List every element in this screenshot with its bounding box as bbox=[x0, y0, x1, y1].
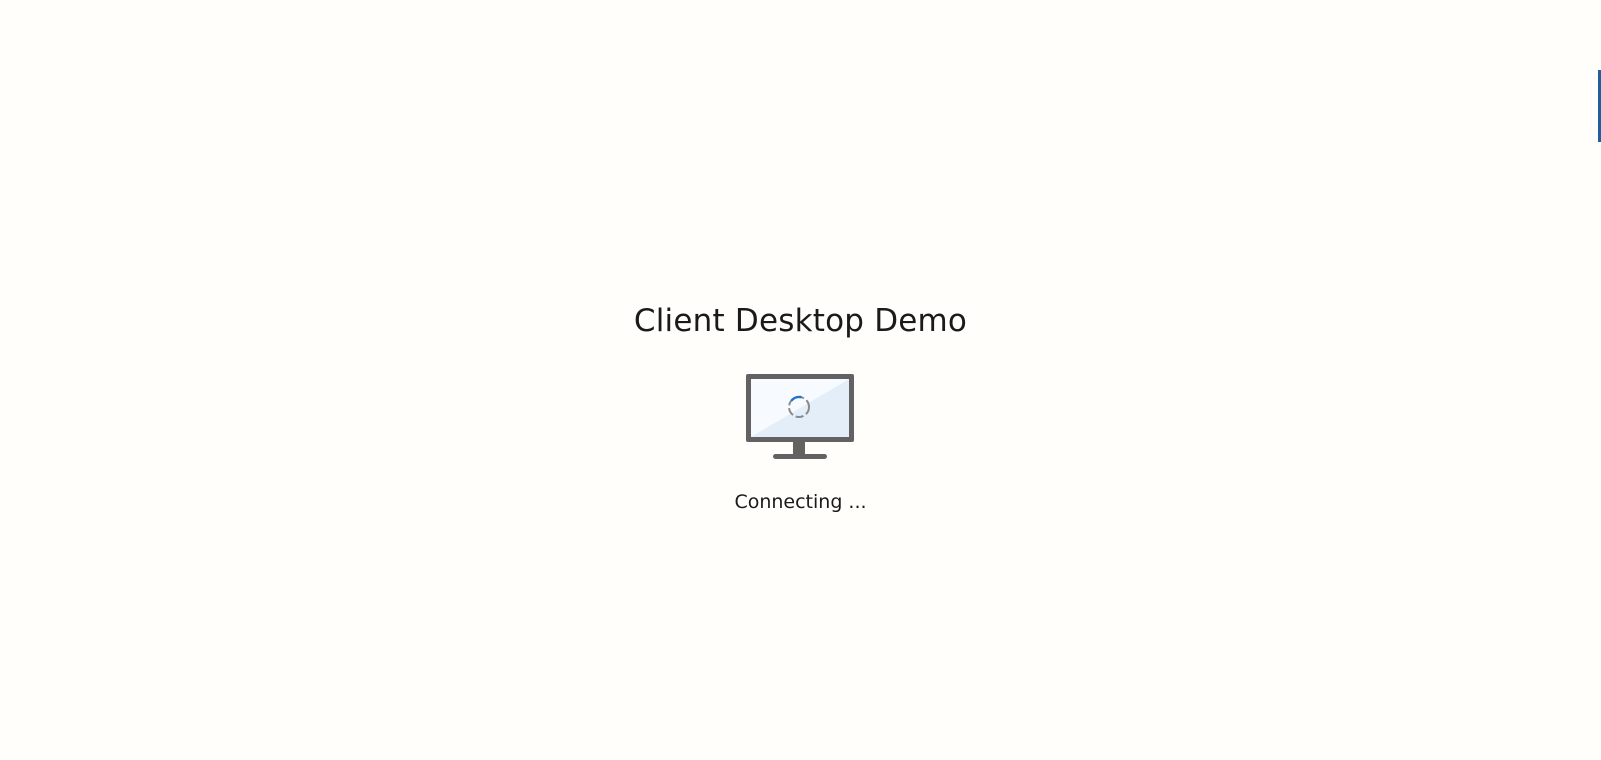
connection-status: Connecting ... bbox=[734, 491, 867, 513]
page-title: Client Desktop Demo bbox=[633, 303, 968, 339]
monitor-icon bbox=[745, 373, 855, 463]
connection-screen: Client Desktop Demo Connecting ... bbox=[0, 0, 1601, 760]
